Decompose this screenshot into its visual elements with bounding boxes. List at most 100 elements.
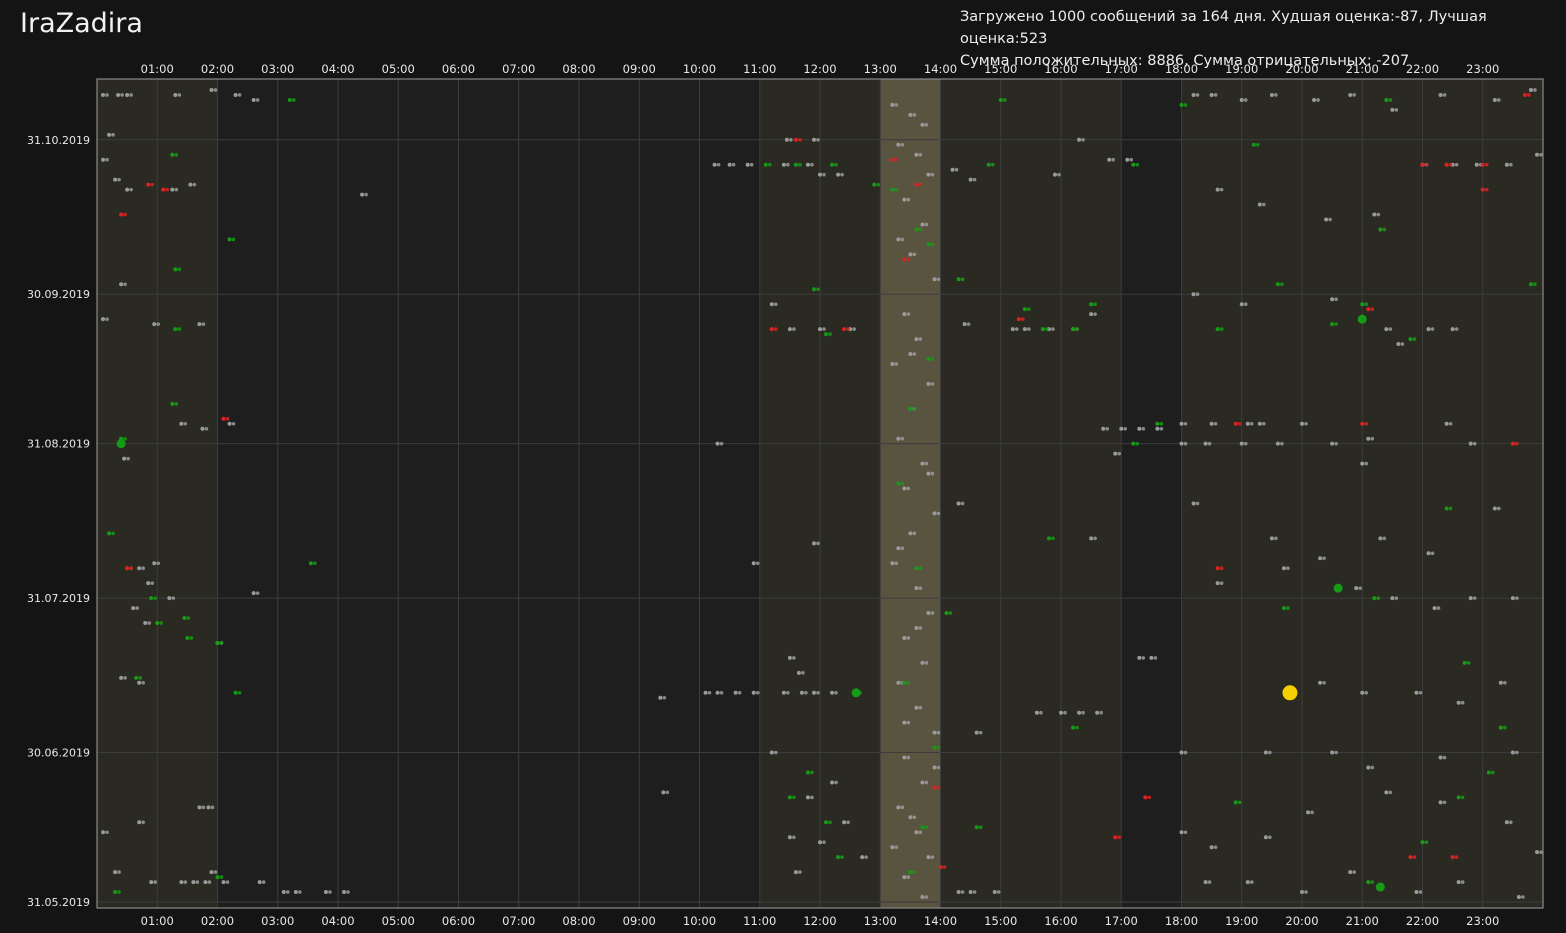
neutral-point [209,87,214,92]
neutral-point [221,880,226,885]
neutral-point [914,830,919,835]
neutral-point [203,880,208,885]
neutral-point [125,92,130,97]
neutral-point [914,337,919,342]
neutral-point [171,596,176,600]
neutral-point [107,132,112,137]
positive-point [113,890,118,895]
neutral-point [183,421,188,426]
positive-point [1334,322,1338,326]
neutral-point [1111,157,1115,162]
neutral-point [1213,421,1218,426]
neutral-point [141,566,145,571]
neutral-point [113,870,118,875]
negative-point [129,566,133,571]
positive-point [1490,770,1495,775]
neutral-point [1089,312,1094,317]
neutral-point [255,98,260,102]
neutral-point [787,835,792,840]
neutral-point [1390,596,1395,601]
neutral-point [179,421,184,426]
neutral-point [1209,845,1214,850]
positive-point [936,745,941,750]
negative-point [938,865,943,870]
neutral-point [1414,690,1419,695]
neutral-point [1396,342,1401,347]
x-tick-label-top: 12:00 [803,62,836,76]
neutral-point [1312,97,1317,102]
neutral-point [1155,426,1160,431]
neutral-point [1300,421,1304,426]
x-tick-label-bottom: 06:00 [442,914,475,928]
x-tick-label-bottom: 10:00 [683,914,716,928]
positive-point [1330,322,1335,327]
neutral-point [920,895,925,900]
neutral-point [1442,800,1447,805]
best-score-point [1282,685,1298,701]
neutral-point [364,192,368,197]
neutral-point [902,720,907,725]
neutral-point [135,606,139,610]
neutral-point [960,501,965,506]
neutral-point [1195,93,1200,97]
neutral-point [122,456,127,461]
neutral-point [1262,202,1266,207]
positive-point [840,855,844,859]
neutral-point [906,486,911,491]
neutral-point [926,855,931,860]
neutral-point [1245,880,1250,885]
neutral-point [900,142,905,147]
x-tick-label-bottom: 13:00 [864,914,897,928]
activity-scatter-chart[interactable]: 01:00 02:00 03:00 04:00 05:00 06:00 07:00 08:00… [0,0,1566,933]
neutral-point [801,671,805,675]
negative-point [1510,441,1515,446]
neutral-point [123,676,127,680]
positive-point [134,675,139,680]
neutral-point [1203,880,1208,885]
x-tick-label-bottom: 18:00 [1165,914,1198,928]
neutral-point [1328,217,1332,222]
neutral-point [890,845,895,850]
neutral-point [1281,566,1286,571]
negative-point [1366,307,1371,312]
neutral-point [1330,750,1335,755]
neutral-point [836,172,841,177]
neutral-point [804,690,808,695]
neutral-point [1310,810,1314,815]
negative-point [1412,855,1417,859]
neutral-point [902,755,907,760]
neutral-point [120,93,124,97]
neutral-point [255,591,260,595]
neutral-point [227,421,232,426]
positive-point [1498,725,1503,730]
neutral-point [156,322,161,326]
neutral-point [1077,710,1082,715]
negative-point [1484,187,1489,192]
neutral-point [1438,755,1443,760]
x-tick-label-top: 05:00 [382,62,415,76]
negative-point [846,327,850,331]
neutral-point [1213,93,1218,97]
neutral-point [890,361,895,366]
neutral-point [912,252,917,257]
neutral-point [137,680,142,685]
neutral-point [1274,536,1278,541]
negative-point [842,327,847,332]
positive-point [231,237,236,242]
neutral-point [1394,596,1399,600]
positive-point [932,745,937,750]
neutral-point [926,381,931,386]
positive-point [233,690,238,695]
neutral-point [932,730,937,735]
neutral-point [1426,551,1431,556]
positive-point [237,690,242,695]
neutral-point [1191,292,1196,297]
neutral-point [1209,421,1214,426]
neutral-point [1370,436,1375,441]
neutral-point [811,690,816,695]
neutral-point [173,92,178,97]
positive-point [1456,795,1461,800]
neutral-point [924,461,929,466]
x-tick-label-top: 19:00 [1225,62,1258,76]
neutral-point [1125,157,1130,162]
